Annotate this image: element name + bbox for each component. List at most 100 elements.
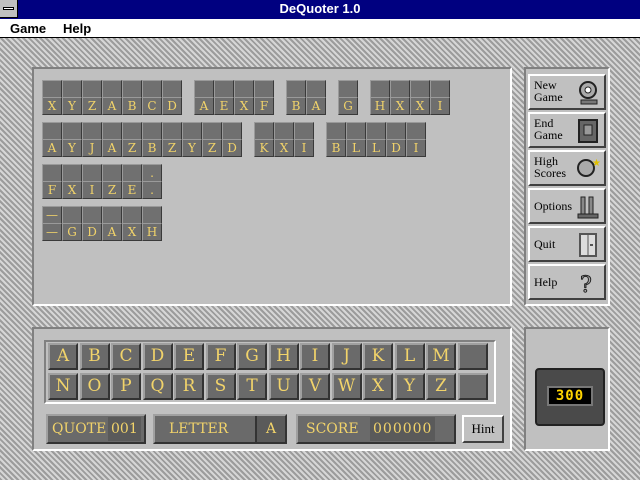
guess-tile[interactable] xyxy=(370,80,390,98)
guess-tile[interactable] xyxy=(122,80,142,98)
cipher-tile[interactable]: A xyxy=(194,97,214,115)
cipher-tile[interactable]: Z xyxy=(122,139,142,157)
letter-key-a[interactable]: A xyxy=(48,343,78,370)
guess-tile[interactable] xyxy=(62,80,82,98)
letter-key-j[interactable]: J xyxy=(331,343,362,370)
guess-tile[interactable] xyxy=(194,80,214,98)
guess-tile[interactable] xyxy=(294,122,314,140)
cipher-tile[interactable]: D xyxy=(82,223,102,241)
cipher-tile[interactable]: K xyxy=(254,139,274,157)
guess-tile[interactable] xyxy=(254,80,274,98)
cipher-tile[interactable]: H xyxy=(142,223,162,241)
letter-key-d[interactable]: D xyxy=(142,343,173,370)
guess-tile[interactable] xyxy=(202,122,222,140)
guess-tile[interactable] xyxy=(82,122,102,140)
cipher-tile[interactable]: F xyxy=(254,97,274,115)
guess-tile[interactable] xyxy=(62,164,82,182)
letter-key-c[interactable]: C xyxy=(111,343,141,370)
guess-tile[interactable] xyxy=(102,164,122,182)
cipher-tile[interactable]: A xyxy=(102,223,122,241)
cipher-tile[interactable]: X xyxy=(234,97,254,115)
cipher-tile[interactable]: Z xyxy=(82,97,102,115)
guess-tile[interactable] xyxy=(122,164,142,182)
guess-tile[interactable] xyxy=(42,164,62,182)
letter-key-m[interactable]: M xyxy=(426,343,456,370)
cipher-tile[interactable]: D xyxy=(386,139,406,157)
guess-tile[interactable] xyxy=(162,80,182,98)
guess-tile[interactable] xyxy=(82,206,102,224)
guess-tile[interactable] xyxy=(42,80,62,98)
side-button-quit[interactable]: Quit xyxy=(528,226,606,262)
cipher-tile[interactable]: F xyxy=(42,181,62,199)
letter-key-o[interactable]: O xyxy=(79,373,110,400)
side-button-new-game[interactable]: New Game xyxy=(528,74,606,110)
guess-tile[interactable] xyxy=(102,206,122,224)
cipher-tile[interactable]: I xyxy=(430,97,450,115)
letter-key-t[interactable]: T xyxy=(237,373,267,400)
letter-key-i[interactable]: I xyxy=(300,343,330,370)
cipher-tile[interactable]: B xyxy=(286,97,306,115)
blank-key[interactable] xyxy=(457,343,488,370)
guess-tile[interactable] xyxy=(234,80,254,98)
letter-key-q[interactable]: Q xyxy=(142,373,173,400)
guess-tile[interactable] xyxy=(214,80,234,98)
guess-tile[interactable] xyxy=(142,206,162,224)
cipher-tile[interactable]: I xyxy=(294,139,314,157)
letter-key-z[interactable]: Z xyxy=(426,373,456,400)
cipher-tile[interactable]: X xyxy=(122,223,142,241)
guess-tile[interactable] xyxy=(62,206,82,224)
cipher-tile[interactable]: Z xyxy=(202,139,222,157)
guess-tile[interactable] xyxy=(306,80,326,98)
cipher-tile[interactable]: B xyxy=(122,97,142,115)
menu-help[interactable]: Help xyxy=(63,21,91,36)
cipher-tile[interactable]: G xyxy=(62,223,82,241)
guess-tile[interactable] xyxy=(122,122,142,140)
letter-key-n[interactable]: N xyxy=(48,373,78,400)
cipher-tile[interactable]: A xyxy=(306,97,326,115)
guess-tile[interactable] xyxy=(102,122,122,140)
letter-key-r[interactable]: R xyxy=(174,373,204,400)
cipher-tile[interactable]: X xyxy=(42,97,62,115)
cipher-tile[interactable]: Y xyxy=(62,139,82,157)
hint-button[interactable]: Hint xyxy=(462,415,504,443)
guess-tile[interactable] xyxy=(82,164,102,182)
cipher-tile[interactable]: B xyxy=(142,139,162,157)
guess-tile[interactable] xyxy=(406,122,426,140)
letter-key-k[interactable]: K xyxy=(363,343,393,370)
guess-tile[interactable] xyxy=(346,122,366,140)
guess-tile[interactable] xyxy=(222,122,242,140)
cipher-tile[interactable]: D xyxy=(222,139,242,157)
guess-tile[interactable] xyxy=(274,122,294,140)
cipher-tile[interactable]: G xyxy=(338,97,358,115)
cipher-tile[interactable]: Z xyxy=(162,139,182,157)
blank-key[interactable] xyxy=(457,373,488,400)
side-button-end-game[interactable]: End Game xyxy=(528,112,606,148)
letter-key-g[interactable]: G xyxy=(237,343,267,370)
guess-tile[interactable]: . xyxy=(142,164,162,182)
letter-key-u[interactable]: U xyxy=(268,373,299,400)
cipher-tile[interactable]: C xyxy=(142,97,162,115)
cipher-tile[interactable]: Y xyxy=(182,139,202,157)
guess-tile[interactable] xyxy=(42,122,62,140)
guess-tile[interactable]: — xyxy=(42,206,62,224)
guess-tile[interactable] xyxy=(122,206,142,224)
cipher-tile[interactable]: A xyxy=(42,139,62,157)
guess-tile[interactable] xyxy=(182,122,202,140)
cipher-tile[interactable]: — xyxy=(42,223,62,241)
letter-key-h[interactable]: H xyxy=(268,343,299,370)
cipher-tile[interactable]: X xyxy=(390,97,410,115)
cipher-tile[interactable]: J xyxy=(82,139,102,157)
cipher-tile[interactable]: . xyxy=(142,181,162,199)
cipher-tile[interactable]: Y xyxy=(62,97,82,115)
cipher-tile[interactable]: I xyxy=(82,181,102,199)
guess-tile[interactable] xyxy=(286,80,306,98)
guess-tile[interactable] xyxy=(326,122,346,140)
letter-key-w[interactable]: W xyxy=(331,373,362,400)
letter-key-y[interactable]: Y xyxy=(394,373,425,400)
side-button-high-scores[interactable]: High Scores ★ xyxy=(528,150,606,186)
guess-tile[interactable] xyxy=(410,80,430,98)
cipher-tile[interactable]: B xyxy=(326,139,346,157)
letter-key-s[interactable]: S xyxy=(205,373,236,400)
side-button-help[interactable]: Help? xyxy=(528,264,606,300)
guess-tile[interactable] xyxy=(142,80,162,98)
